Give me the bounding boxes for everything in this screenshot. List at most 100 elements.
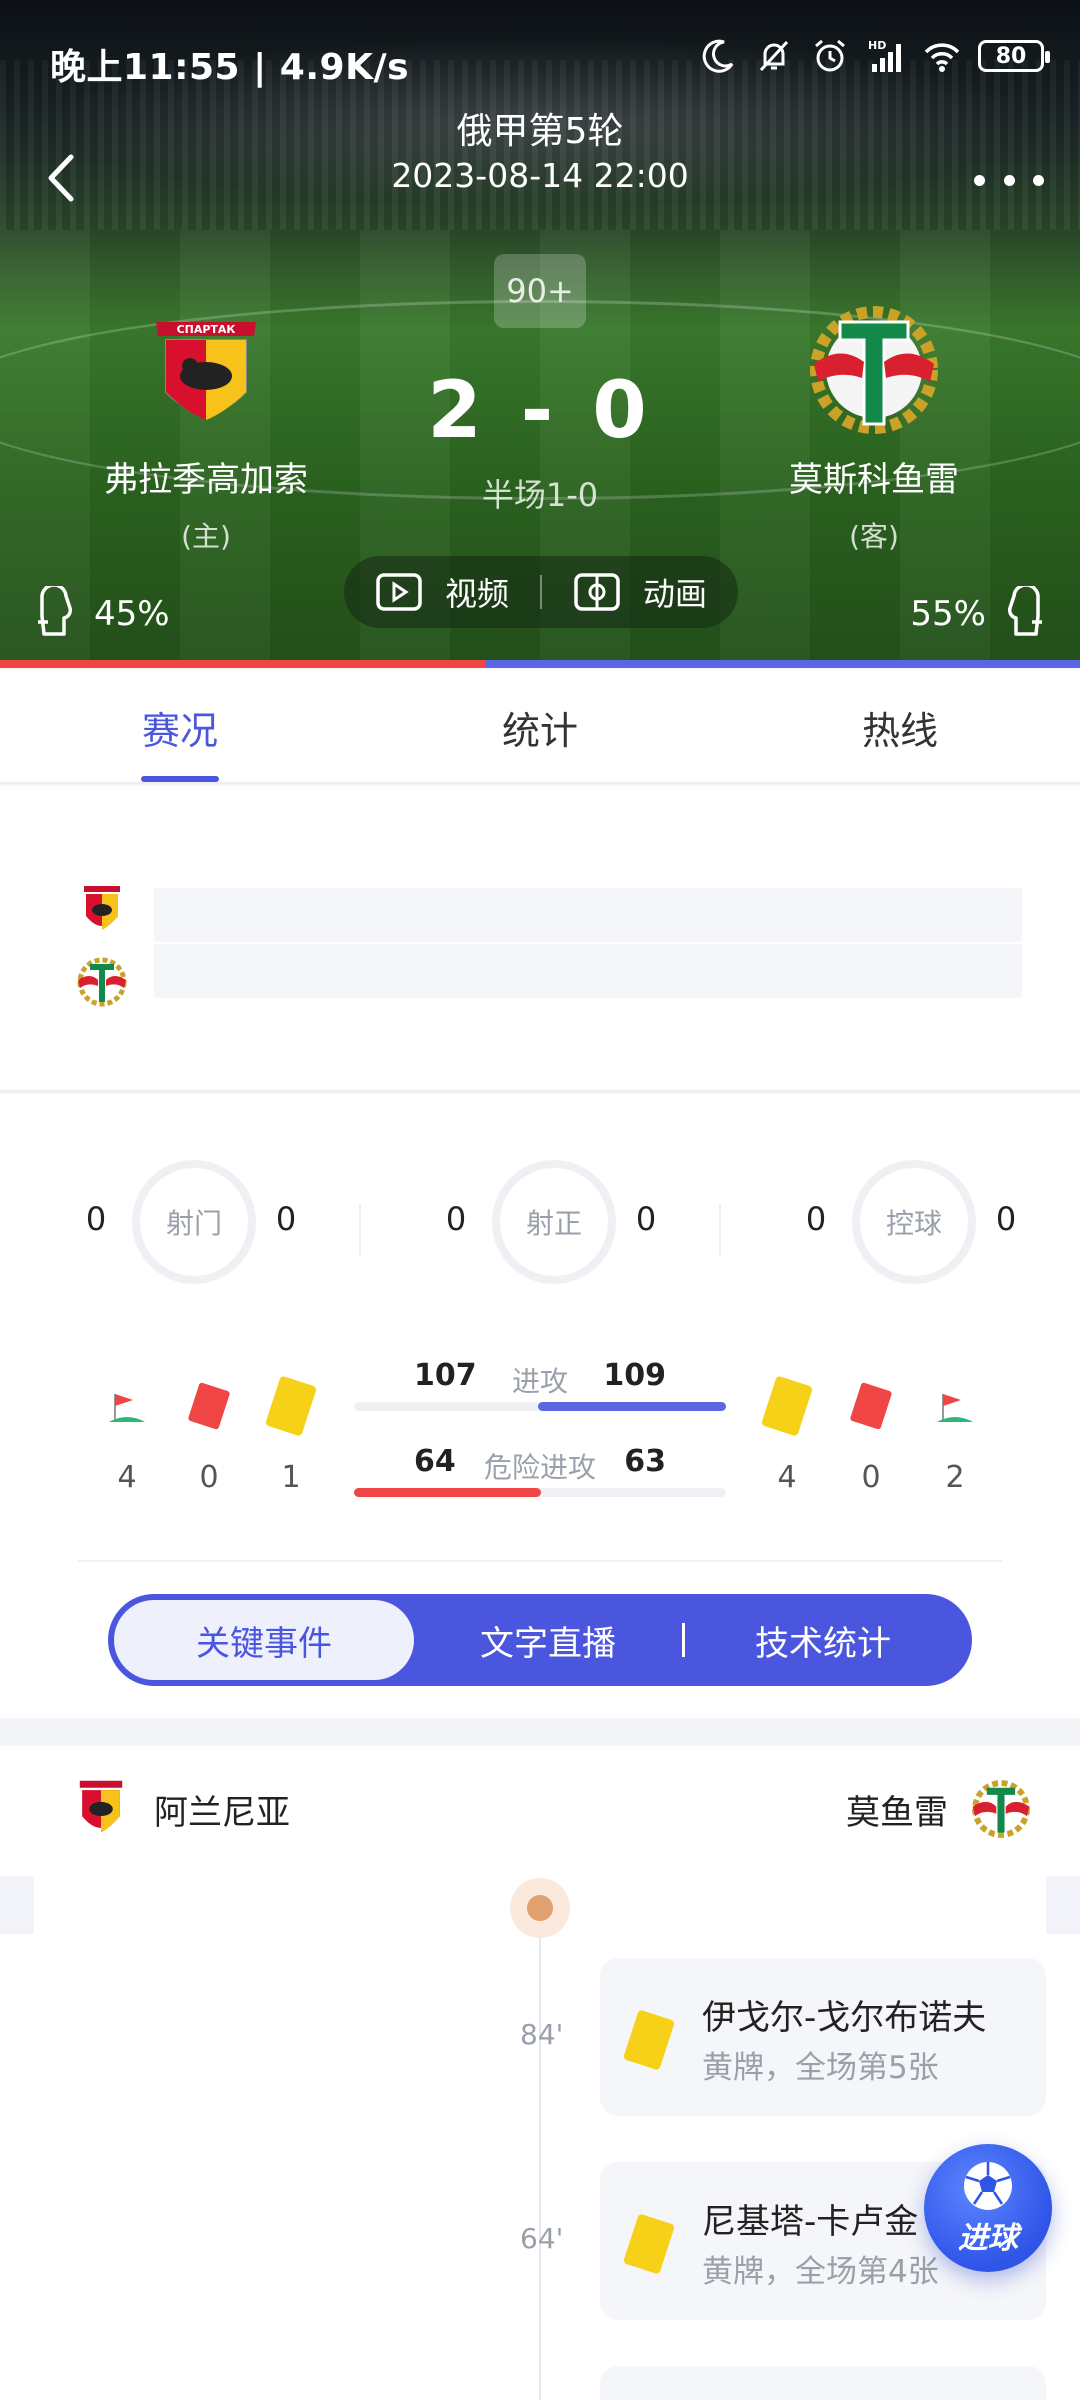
boxing-glove-icon [1007,586,1042,636]
home-team-role: (主) [181,520,231,553]
tab-hotline[interactable]: 热线 [720,670,1080,782]
home-corners: 4 [92,1376,162,1495]
segment-tech-stats[interactable]: 技术统计 [685,1600,961,1680]
pitch-icon [574,573,620,611]
tab-bar: 赛况 统计 热线 [0,670,1080,784]
shots-home: 0 [85,1200,107,1238]
svg-text:HD: HD [868,39,886,52]
league-round-title: 俄甲第5轮 [456,111,624,152]
match-minute-badge: 90+ [494,254,586,328]
play-icon [376,573,422,611]
event-minute: 84' [520,2018,564,2051]
segment-live-text[interactable]: 文字直播 [414,1600,682,1680]
events-segmented-control: 关键事件 文字直播 技术统计 [108,1594,972,1686]
away-corners: 2 [920,1376,990,1495]
away-yellow-cards: 4 [752,1375,822,1495]
active-tab-indicator [141,776,219,782]
boxing-glove-icon [38,586,73,636]
home-win-percentage[interactable]: 45% [34,586,170,642]
more-options-button[interactable] [974,160,1044,200]
yellow-card-icon [760,1375,814,1437]
soccer-ball-icon [964,2162,1012,2210]
yellow-card-icon [622,2213,676,2275]
event-card[interactable] [600,2366,1046,2400]
yellow-card-icon [264,1375,318,1437]
moon-icon [702,39,734,73]
dangerous-attack-label: 危险进攻 [483,1451,596,1484]
attack-bar-fill [538,1402,726,1411]
away-team-role: (客) [849,520,899,553]
events-away-team: 莫鱼雷 [846,1776,1034,1842]
match-datetime: 2023-08-14 22:00 [391,156,689,195]
home-team-name: 弗拉季高加索 [104,460,308,500]
momentum-chart [0,786,1080,1092]
svg-text:СПАРТАК: СПАРТАК [177,323,236,336]
attack-label: 进攻 [511,1365,568,1398]
shots-on-target-ring: 射正 [492,1160,616,1284]
key-events-section: 阿兰尼亚 莫鱼雷 84' 伊戈尔-戈尔布诺夫 黄牌，全场第5张 64' 尼基塔-… [0,1746,1080,2400]
timeline [539,1886,541,2400]
away-team[interactable]: 莫斯科鱼雷 (客) [714,300,1034,555]
shots-on-target-away: 0 [635,1200,657,1238]
home-probability-fill [0,660,486,668]
event-description: 黄牌，全场第4张 [702,2254,939,2290]
away-momentum-track [154,944,1022,998]
animation-label: 动画 [642,575,707,613]
yellow-card-icon [622,2009,676,2071]
away-red-cards: 0 [836,1376,906,1495]
red-card-icon [187,1382,231,1430]
animation-button[interactable]: 动画 [542,569,738,615]
tab-live[interactable]: 赛况 [0,670,360,782]
tab-statistics[interactable]: 统计 [360,670,720,782]
goal-alert-button[interactable]: 进球 [924,2144,1052,2272]
away-team-name: 莫斯科鱼雷 [789,460,959,500]
event-card[interactable]: 伊戈尔-戈尔布诺夫 黄牌，全场第5张 [600,1958,1046,2116]
dangerous-attack-away: 63 [624,1444,666,1479]
possession-stat: 0 控球 0 [748,1160,1080,1290]
status-time: 晚上11:55 | 4.9K/s [50,47,410,88]
corner-flag-icon [937,1394,973,1422]
home-team[interactable]: СПАРТАК 弗拉季高加索 (主) [46,300,366,555]
shots-away: 0 [275,1200,297,1238]
possession-home: 0 [805,1200,827,1238]
home-team-logo [79,1780,123,1833]
goal-alert-label: 进球 [958,2221,1018,2256]
bell-muted-icon [759,40,789,72]
possession-away: 0 [995,1200,1017,1238]
away-team-logo [810,306,938,434]
home-yellow-cards: 1 [256,1375,326,1495]
possession-ring: 控球 [852,1160,976,1284]
home-win-pct-value: 45% [94,594,170,634]
away-win-percentage[interactable]: 55% [910,586,1046,642]
attack-stat: 107 进攻 109 [354,1358,726,1411]
event-player: 伊戈尔-戈尔布诺夫 [702,1998,987,2038]
red-card-icon [849,1382,893,1430]
dangerous-attack-stat: 64 危险进攻 63 [354,1444,726,1497]
video-button[interactable]: 视频 [344,569,540,615]
battery-icon: 80 [978,40,1050,72]
media-switch: 视频 动画 [344,556,738,628]
event-description: 黄牌，全场第5张 [702,2050,939,2086]
home-team-logo [84,886,120,930]
dangerous-attack-bar-fill [354,1488,542,1497]
shots-on-target-home: 0 [445,1200,467,1238]
signal-icon: HD [868,39,901,72]
events-home-team: 阿兰尼亚 [68,1776,290,1842]
home-team-logo: СПАРТАК [156,322,256,420]
events-home-team-name: 阿兰尼亚 [154,1792,290,1833]
match-header: 晚上11:55 | 4.9K/s HD 80 俄甲第5轮 2023-08-14 … [0,0,1080,668]
status-icons: HD 80 [698,36,1050,76]
away-probability-fill [486,660,1080,668]
battery-level: 80 [995,43,1027,69]
segment-key-events[interactable]: 关键事件 [114,1600,414,1680]
shots-on-target-stat: 0 射正 0 [388,1160,748,1290]
win-probability-bar [0,660,1080,668]
shots-ring: 射门 [132,1160,256,1284]
attack-away: 109 [603,1358,666,1393]
away-team-logo [972,1780,1030,1838]
events-away-team-name: 莫鱼雷 [846,1792,948,1833]
video-label: 视频 [444,575,509,613]
away-team-logo [77,957,127,1007]
event-minute: 64' [520,2222,564,2255]
event-player: 尼基塔-卡卢金 [702,2202,919,2242]
